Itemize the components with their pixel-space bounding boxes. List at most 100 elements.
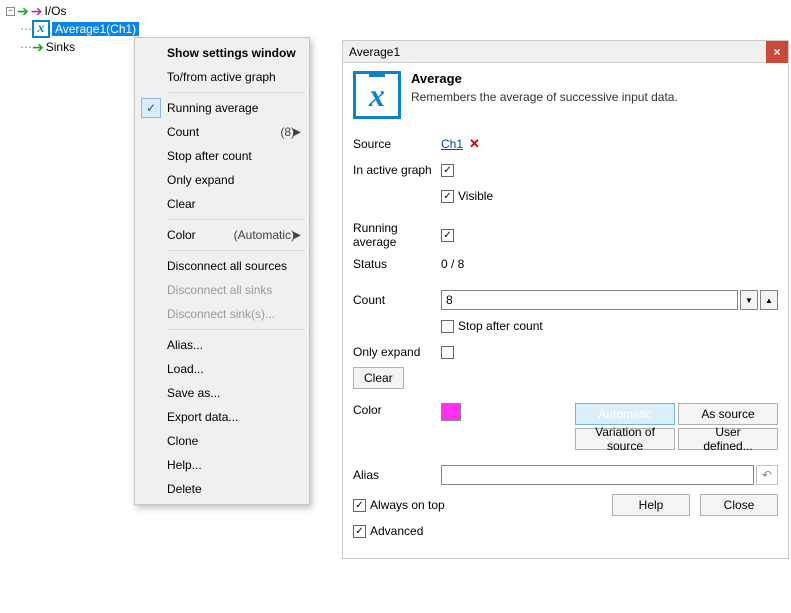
color-swatch[interactable] — [441, 403, 461, 421]
description-block: Average Remembers the average of success… — [353, 71, 778, 119]
row-clear: Clear — [353, 367, 778, 389]
label-only-expand: Only expand — [353, 345, 441, 359]
menu-separator — [167, 250, 305, 251]
row-visible: Visible — [353, 185, 778, 207]
menu-running-average[interactable]: ✓ Running average — [137, 96, 307, 120]
clear-button[interactable]: Clear — [353, 367, 404, 389]
menu-show-settings[interactable]: Show settings window — [137, 41, 307, 65]
settings-window: Average1 × Average Remembers the average… — [342, 40, 789, 559]
checkbox-active-graph[interactable] — [441, 164, 454, 177]
row-color: Color Automatic As source Variation of s… — [353, 403, 778, 450]
remove-source-icon[interactable]: ✕ — [469, 136, 480, 152]
label-advanced: Advanced — [370, 524, 423, 538]
close-settings-button[interactable]: Close — [700, 494, 778, 516]
tree-node-ios[interactable]: − ➔ ➔ I/Os — [6, 2, 139, 20]
spin-down-button[interactable]: ▼ — [740, 290, 758, 310]
checkbox-always-on-top[interactable] — [353, 499, 366, 512]
checkbox-visible[interactable] — [441, 190, 454, 203]
alias-reset-button[interactable]: ↶ — [756, 465, 778, 485]
tree-line-icon: ⋯ — [20, 40, 30, 54]
row-status: Status 0 / 8 — [353, 253, 778, 275]
menu-disconnect-selected-sinks: Disconnect sink(s)... — [137, 302, 307, 326]
settings-subtitle: Remembers the average of successive inpu… — [411, 90, 678, 104]
label-always-on-top: Always on top — [370, 498, 445, 512]
average-icon — [353, 71, 401, 119]
checkbox-only-expand[interactable] — [441, 346, 454, 359]
menu-export-data[interactable]: Export data... — [137, 405, 307, 429]
color-mode-buttons: Automatic As source Variation of source … — [575, 403, 778, 450]
settings-body: Average Remembers the average of success… — [343, 63, 788, 558]
label-color: Color — [353, 403, 441, 417]
menu-separator — [167, 329, 305, 330]
tree-line-icon: ⋯ — [20, 22, 30, 36]
label-visible: Visible — [458, 189, 493, 203]
count-stepper: ▼ ▲ — [441, 290, 778, 310]
tree-node-sinks[interactable]: ⋯ ➔ Sinks — [6, 38, 139, 56]
submenu-icon: ▶ — [293, 127, 301, 138]
menu-load[interactable]: Load... — [137, 357, 307, 381]
arrow-right-icon: ➔ — [17, 5, 29, 17]
context-menu: Show settings window To/from active grap… — [134, 37, 310, 505]
row-advanced: Advanced — [353, 520, 445, 542]
row-only-expand: Only expand — [353, 341, 778, 363]
menu-delete[interactable]: Delete — [137, 477, 307, 501]
close-icon: × — [773, 45, 780, 59]
spin-up-button[interactable]: ▲ — [760, 290, 778, 310]
settings-titlebar: Average1 × — [343, 41, 788, 63]
collapse-icon[interactable]: − — [6, 7, 15, 16]
row-running-average: Running average — [353, 221, 778, 249]
alias-input[interactable] — [441, 465, 754, 485]
row-count: Count ▼ ▲ — [353, 289, 778, 311]
label-status: Status — [353, 257, 441, 271]
menu-clone[interactable]: Clone — [137, 429, 307, 453]
row-active-graph: In active graph — [353, 159, 778, 181]
menu-alias[interactable]: Alias... — [137, 333, 307, 357]
label-stop-after-count: Stop after count — [458, 319, 543, 333]
label-alias: Alias — [353, 468, 441, 482]
checkbox-advanced[interactable] — [353, 525, 366, 538]
check-icon: ✓ — [141, 98, 161, 118]
menu-save-as[interactable]: Save as... — [137, 381, 307, 405]
count-input[interactable] — [441, 290, 738, 310]
tree-node-average1[interactable]: ⋯ Average1(Ch1) — [6, 20, 139, 38]
tree-label: Sinks — [46, 40, 75, 54]
menu-help[interactable]: Help... — [137, 453, 307, 477]
menu-only-expand[interactable]: Only expand — [137, 168, 307, 192]
menu-disconnect-sources[interactable]: Disconnect all sources — [137, 254, 307, 278]
label-count: Count — [353, 293, 441, 307]
menu-disconnect-sinks: Disconnect all sinks — [137, 278, 307, 302]
close-button[interactable]: × — [766, 41, 788, 63]
help-button[interactable]: Help — [612, 494, 690, 516]
menu-clear[interactable]: Clear — [137, 192, 307, 216]
tree-view: − ➔ ➔ I/Os ⋯ Average1(Ch1) ⋯ ➔ Sinks — [0, 0, 139, 56]
settings-title: Average1 — [349, 45, 400, 59]
label-running-average: Running average — [353, 221, 441, 249]
average-icon — [32, 20, 50, 38]
settings-heading: Average — [411, 71, 678, 86]
label-active-graph: In active graph — [353, 163, 441, 177]
submenu-icon: ▶ — [293, 230, 301, 241]
color-automatic-button[interactable]: Automatic — [575, 403, 675, 425]
menu-separator — [167, 219, 305, 220]
arrow-right-icon: ➔ — [31, 5, 43, 17]
menu-stop-after-count[interactable]: Stop after count — [137, 144, 307, 168]
row-source: Source Ch1 ✕ — [353, 133, 778, 155]
menu-separator — [167, 92, 305, 93]
menu-color[interactable]: Color(Automatic)▶ — [137, 223, 307, 247]
menu-count[interactable]: Count(8)▶ — [137, 120, 307, 144]
status-value: 0 / 8 — [441, 257, 464, 271]
tree-label-selected: Average1(Ch1) — [52, 22, 139, 36]
label-source: Source — [353, 137, 441, 151]
row-stop-after-count: Stop after count — [353, 315, 778, 337]
tree-label: I/Os — [44, 4, 66, 18]
row-alias: Alias ↶ — [353, 464, 778, 486]
checkbox-stop-after-count[interactable] — [441, 320, 454, 333]
color-variation-button[interactable]: Variation of source — [575, 428, 675, 450]
color-user-defined-button[interactable]: User defined... — [678, 428, 778, 450]
color-as-source-button[interactable]: As source — [678, 403, 778, 425]
checkbox-running-average[interactable] — [441, 229, 454, 242]
footer: Always on top Advanced Help Close — [353, 494, 778, 546]
menu-tofrom-graph[interactable]: To/from active graph — [137, 65, 307, 89]
arrow-right-icon: ➔ — [32, 41, 44, 53]
source-link[interactable]: Ch1 — [441, 137, 463, 151]
